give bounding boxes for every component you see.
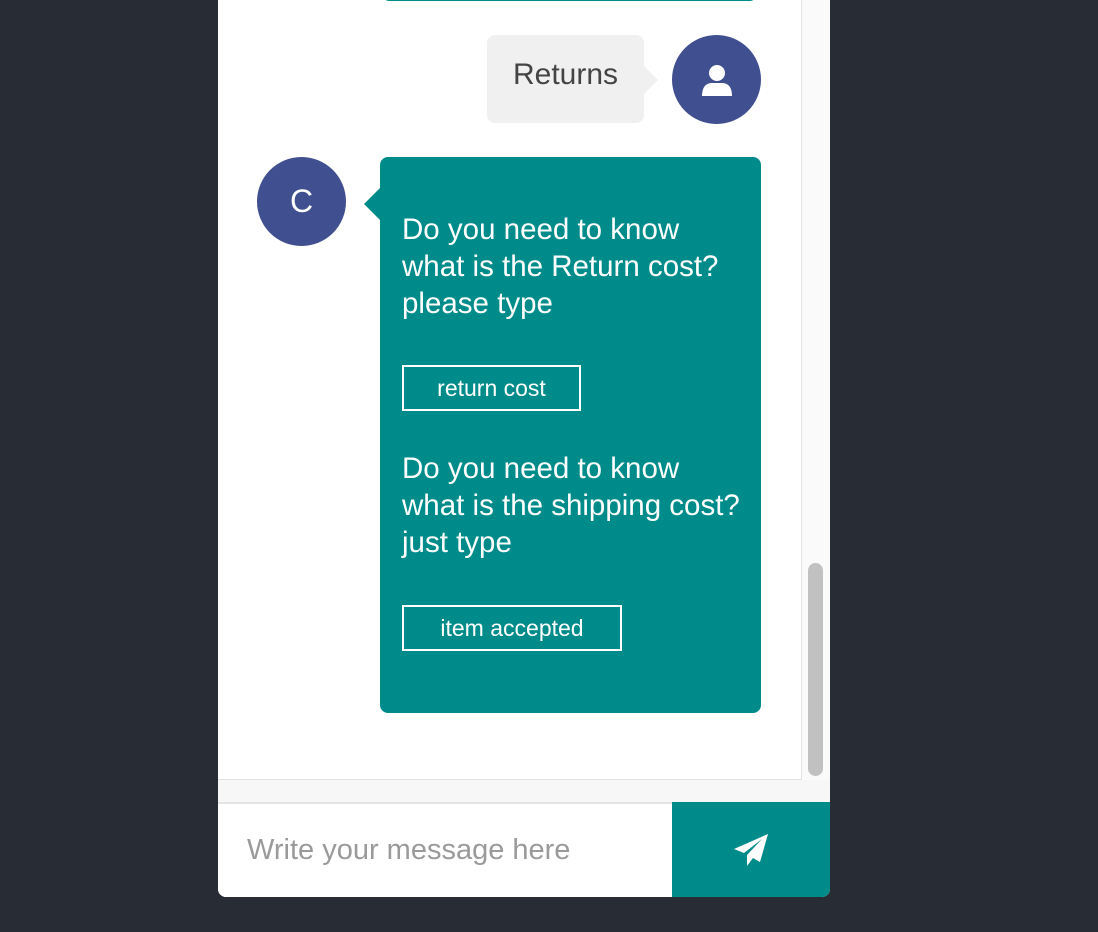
message-input[interactable]	[218, 804, 672, 897]
bot-avatar: C	[257, 157, 346, 246]
bot-message-text: Do you need to know what is the Return c…	[402, 213, 719, 320]
composer-divider	[218, 780, 830, 802]
bot-message-text: Do you need to know what is the shipping…	[402, 452, 740, 559]
send-button[interactable]	[672, 802, 830, 897]
bot-message-bubble: Do you need to know what is the Return c…	[364, 157, 761, 713]
user-icon	[701, 64, 732, 96]
scrollbar-thumb[interactable]	[808, 563, 823, 776]
user-message-bubble: Returns	[487, 35, 658, 123]
message-composer	[218, 802, 672, 897]
message-list: Returns C Do you need to know what is th…	[218, 0, 802, 780]
return-cost-button[interactable]: return cost	[402, 365, 581, 411]
paper-plane-icon	[734, 833, 768, 866]
user-avatar	[672, 35, 761, 124]
item-accepted-button[interactable]: item accepted	[402, 605, 622, 651]
previous-bot-bubble	[383, 0, 756, 1]
user-message-text: Returns	[512, 58, 619, 91]
chat-widget: Returns C Do you need to know what is th…	[218, 0, 830, 897]
bot-avatar-letter: C	[289, 183, 314, 219]
